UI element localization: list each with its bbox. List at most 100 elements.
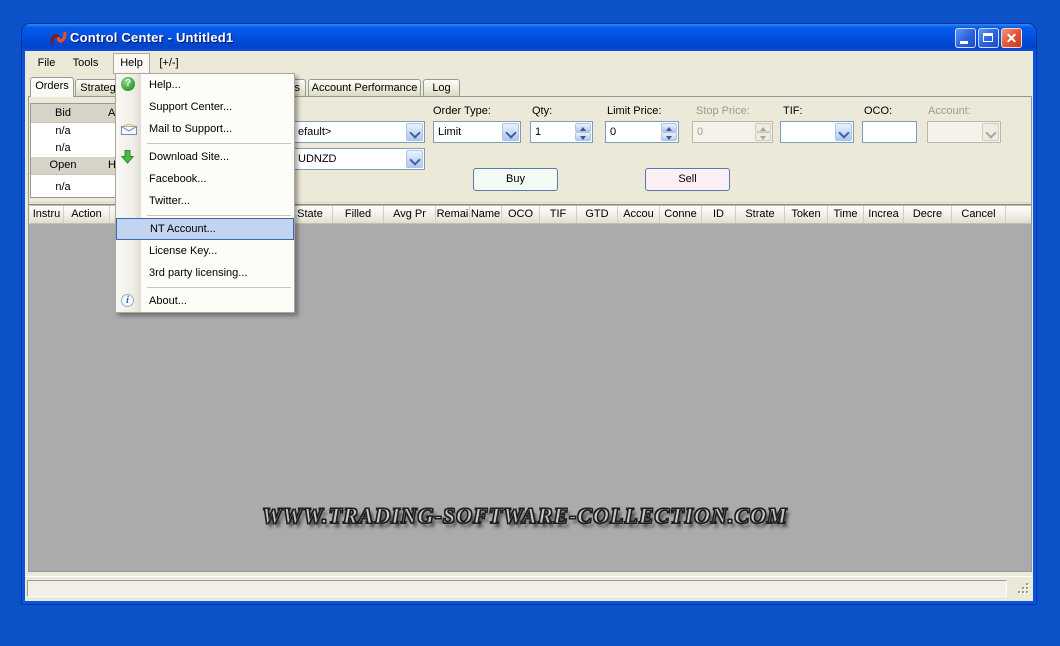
minimize-icon xyxy=(960,41,968,44)
help-icon: ? xyxy=(121,77,135,91)
titlebar[interactable]: Control Center - Untitled1 xyxy=(22,24,1036,51)
instrument-value: UDNZD xyxy=(298,153,337,165)
status-bar xyxy=(25,576,1033,599)
menu-help[interactable]: Help xyxy=(113,53,150,74)
column-header[interactable]: Token xyxy=(785,206,828,223)
column-header[interactable]: OCO xyxy=(502,206,540,223)
menu-file[interactable]: File xyxy=(32,54,61,72)
oco-field[interactable] xyxy=(862,121,917,143)
qty-value: 1 xyxy=(535,126,541,138)
column-header[interactable]: Time xyxy=(828,206,864,223)
window-title: Control Center - Untitled1 xyxy=(70,30,233,45)
column-header[interactable]: Action xyxy=(64,206,110,223)
minimize-button[interactable] xyxy=(955,28,976,48)
tab-account-performance[interactable]: Account Performance xyxy=(308,79,421,96)
tab-orders[interactable]: Orders xyxy=(30,77,74,97)
dropdown-arrow-icon xyxy=(982,123,999,141)
menu-item-support-center[interactable]: Support Center... xyxy=(116,96,294,118)
buy-button[interactable]: Buy xyxy=(473,168,558,191)
column-header[interactable]: Conne xyxy=(660,206,702,223)
bid-header: Bid xyxy=(31,104,95,122)
menu-tools[interactable]: Tools xyxy=(67,54,104,72)
stop-price-stepper: 0 xyxy=(692,121,773,143)
menu-item-label: Twitter... xyxy=(149,195,190,207)
menu-item-facebook[interactable]: Facebook... xyxy=(116,168,294,190)
limit-price-stepper[interactable]: 0 xyxy=(605,121,679,143)
column-header[interactable]: Remai xyxy=(436,206,470,223)
menu-item-label: Help... xyxy=(149,79,181,91)
limit-price-value: 0 xyxy=(610,126,616,138)
column-header[interactable]: Name xyxy=(470,206,502,223)
close-button[interactable] xyxy=(1001,28,1022,48)
maximize-button[interactable] xyxy=(978,28,999,48)
desktop: Control Center - Untitled1 File Tools He… xyxy=(0,0,1060,646)
spinner-down-icon[interactable] xyxy=(661,132,677,141)
stop-price-value: 0 xyxy=(697,126,703,138)
order-type-combo[interactable]: Limit xyxy=(433,121,521,143)
status-message-field xyxy=(27,580,1007,597)
spinner-up-icon xyxy=(755,123,771,132)
menu-item-label: NT Account... xyxy=(150,223,216,235)
menu-item-about[interactable]: i About... xyxy=(116,290,294,312)
open-header: Open xyxy=(31,157,95,174)
mail-icon xyxy=(121,124,137,135)
column-header[interactable]: Decre xyxy=(904,206,952,223)
resize-grip[interactable] xyxy=(1017,582,1030,595)
column-header[interactable]: ID xyxy=(702,206,736,223)
menu-item-nt-account[interactable]: NT Account... xyxy=(116,218,294,240)
preset-combo[interactable]: efault> xyxy=(280,121,425,143)
spinner-up-icon[interactable] xyxy=(575,123,591,132)
maximize-icon xyxy=(983,33,993,42)
bid-value: n/a xyxy=(31,123,95,140)
menu-item-label: About... xyxy=(149,295,187,307)
menu-item-label: Facebook... xyxy=(149,173,206,185)
dropdown-arrow-icon[interactable] xyxy=(835,123,852,141)
order-type-label: Order Type: xyxy=(433,105,491,118)
menu-plus-minus[interactable]: [+/-] xyxy=(151,54,187,72)
menu-item-3rd-party-licensing[interactable]: 3rd party licensing... xyxy=(116,262,294,284)
column-header[interactable]: TIF xyxy=(540,206,577,223)
spinner-down-icon xyxy=(755,132,771,141)
menu-item-help[interactable]: ? Help... xyxy=(116,74,294,96)
column-header[interactable]: Strate xyxy=(736,206,785,223)
qty-stepper[interactable]: 1 xyxy=(530,121,593,143)
tif-combo[interactable] xyxy=(780,121,854,143)
column-header xyxy=(1006,206,1031,223)
watermark-text: WWW.TRADING-SOFTWARE-COLLECTION.COM xyxy=(262,503,788,529)
menu-item-label: 3rd party licensing... xyxy=(149,267,247,279)
ninjatrader-logo-icon xyxy=(50,29,67,46)
instrument-combo[interactable]: UDNZD xyxy=(280,148,425,170)
order-type-value: Limit xyxy=(438,126,461,138)
menu-item-license-key[interactable]: License Key... xyxy=(116,240,294,262)
dropdown-arrow-icon[interactable] xyxy=(406,123,423,141)
menu-item-label: Support Center... xyxy=(149,101,232,113)
spinner-up-icon[interactable] xyxy=(661,123,677,132)
oco-label: OCO: xyxy=(864,105,892,118)
bid-value: n/a xyxy=(31,140,95,157)
spinner-down-icon[interactable] xyxy=(575,132,591,141)
dropdown-arrow-icon[interactable] xyxy=(502,123,519,141)
qty-label: Qty: xyxy=(532,105,552,118)
account-label: Account: xyxy=(928,105,971,118)
sell-button[interactable]: Sell xyxy=(645,168,730,191)
column-header[interactable]: Instru xyxy=(30,206,64,223)
open-value: n/a xyxy=(31,175,95,199)
column-header[interactable]: Increa xyxy=(864,206,904,223)
tab-log[interactable]: Log xyxy=(423,79,460,96)
menu-item-mail-to-support[interactable]: Mail to Support... xyxy=(116,118,294,140)
menu-item-download-site[interactable]: Download Site... xyxy=(116,146,294,168)
dropdown-arrow-icon[interactable] xyxy=(406,150,423,168)
column-header[interactable]: Avg Pr xyxy=(384,206,436,223)
column-header[interactable]: Accou xyxy=(618,206,660,223)
tif-label: TIF: xyxy=(783,105,803,118)
menu-item-label: License Key... xyxy=(149,245,217,257)
stop-price-label: Stop Price: xyxy=(696,105,750,118)
column-header[interactable]: Cancel xyxy=(952,206,1006,223)
limit-price-label: Limit Price: xyxy=(607,105,661,118)
menu-item-label: Mail to Support... xyxy=(149,123,232,135)
info-icon: i xyxy=(121,294,134,307)
column-header[interactable]: Filled xyxy=(333,206,384,223)
menu-item-twitter[interactable]: Twitter... xyxy=(116,190,294,212)
column-header[interactable]: GTD xyxy=(577,206,618,223)
help-menu-popup: ? Help... Support Center... Mail to Supp… xyxy=(115,73,295,313)
